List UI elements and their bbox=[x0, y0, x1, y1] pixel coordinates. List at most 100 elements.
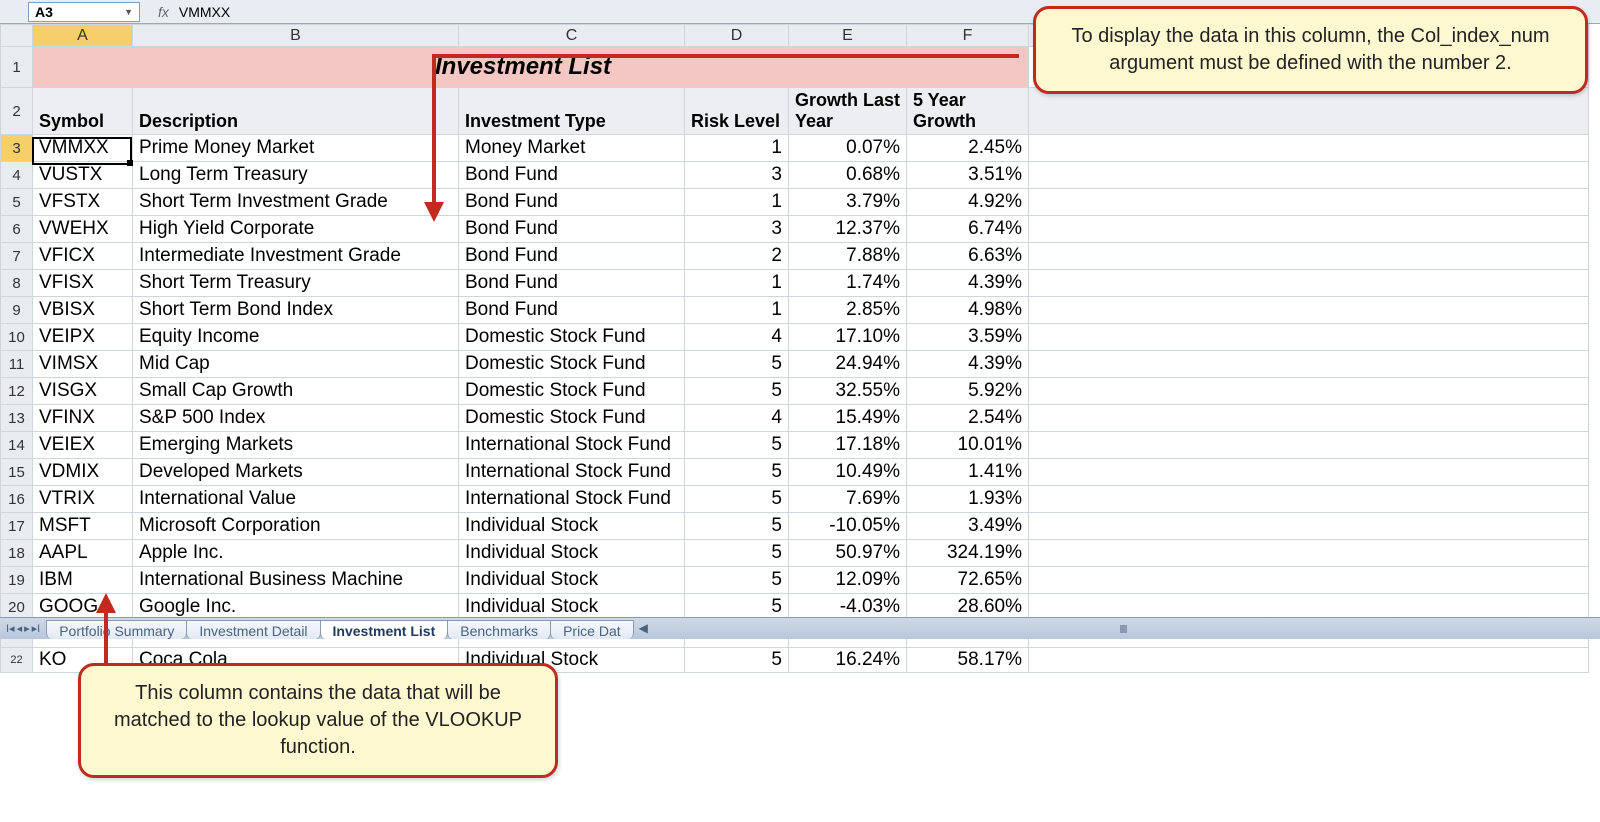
row-header-22[interactable]: 22 bbox=[1, 648, 33, 673]
cell-growth-last-year[interactable]: 15.49% bbox=[789, 405, 907, 432]
cell-description[interactable]: Equity Income bbox=[133, 324, 459, 351]
cell-blank[interactable] bbox=[1029, 378, 1589, 405]
cell-5-year-growth[interactable]: 72.65% bbox=[907, 567, 1029, 594]
cell-growth-last-year[interactable]: 32.55% bbox=[789, 378, 907, 405]
header-risk-level[interactable]: Risk Level bbox=[685, 88, 789, 135]
cell-risk-level[interactable]: 5 bbox=[685, 648, 789, 673]
cell-investment-type[interactable]: Domestic Stock Fund bbox=[459, 324, 685, 351]
scroll-thumb[interactable] bbox=[1120, 625, 1127, 633]
sheet-title[interactable]: Investment List bbox=[33, 47, 1029, 88]
cell-5-year-growth[interactable]: 4.98% bbox=[907, 297, 1029, 324]
cell-investment-type[interactable]: International Stock Fund bbox=[459, 486, 685, 513]
cell-description[interactable]: Mid Cap bbox=[133, 351, 459, 378]
cell-blank[interactable] bbox=[1029, 88, 1589, 135]
cell-5-year-growth[interactable]: 324.19% bbox=[907, 540, 1029, 567]
row-header-9[interactable]: 9 bbox=[1, 297, 33, 324]
cell-5-year-growth[interactable]: 3.49% bbox=[907, 513, 1029, 540]
cell-5-year-growth[interactable]: 4.39% bbox=[907, 351, 1029, 378]
cell-growth-last-year[interactable]: 10.49% bbox=[789, 459, 907, 486]
cell-blank[interactable] bbox=[1029, 162, 1589, 189]
cell-risk-level[interactable]: 5 bbox=[685, 486, 789, 513]
cell-growth-last-year[interactable]: 50.97% bbox=[789, 540, 907, 567]
row-header-16[interactable]: 16 bbox=[1, 486, 33, 513]
cell-5-year-growth[interactable]: 1.41% bbox=[907, 459, 1029, 486]
row-header-5[interactable]: 5 bbox=[1, 189, 33, 216]
cell-investment-type[interactable]: Domestic Stock Fund bbox=[459, 405, 685, 432]
cell-growth-last-year[interactable]: 24.94% bbox=[789, 351, 907, 378]
cell-description[interactable]: Emerging Markets bbox=[133, 432, 459, 459]
sheet-tab[interactable]: Portfolio Summary bbox=[46, 620, 187, 639]
cell-5-year-growth[interactable]: 5.92% bbox=[907, 378, 1029, 405]
cell-symbol[interactable]: VFISX bbox=[33, 270, 133, 297]
cell-5-year-growth[interactable]: 1.93% bbox=[907, 486, 1029, 513]
cell-description[interactable]: Long Term Treasury bbox=[133, 162, 459, 189]
cell-investment-type[interactable]: International Stock Fund bbox=[459, 432, 685, 459]
cell-growth-last-year[interactable]: 17.18% bbox=[789, 432, 907, 459]
cell-investment-type[interactable]: Individual Stock bbox=[459, 513, 685, 540]
fx-icon[interactable]: fx bbox=[158, 4, 169, 20]
row-header-17[interactable]: 17 bbox=[1, 513, 33, 540]
sheet-tab[interactable]: Investment List bbox=[320, 620, 449, 639]
cell-5-year-growth[interactable]: 3.51% bbox=[907, 162, 1029, 189]
row-header-14[interactable]: 14 bbox=[1, 432, 33, 459]
cell-risk-level[interactable]: 2 bbox=[685, 243, 789, 270]
cell-description[interactable]: Short Term Treasury bbox=[133, 270, 459, 297]
row-header-13[interactable]: 13 bbox=[1, 405, 33, 432]
cell-description[interactable]: Apple Inc. bbox=[133, 540, 459, 567]
cell-risk-level[interactable]: 4 bbox=[685, 324, 789, 351]
sheet-tab[interactable]: Investment Detail bbox=[186, 620, 320, 639]
col-header-F[interactable]: F bbox=[907, 25, 1029, 47]
select-all-corner[interactable] bbox=[1, 25, 33, 47]
header-description[interactable]: Description bbox=[133, 88, 459, 135]
sheet-tab[interactable]: Price Dat bbox=[550, 620, 634, 639]
row-header-1[interactable]: 1 bbox=[1, 47, 33, 88]
cell-blank[interactable] bbox=[1029, 135, 1589, 162]
cell-blank[interactable] bbox=[1029, 216, 1589, 243]
header-symbol[interactable]: Symbol bbox=[33, 88, 133, 135]
cell-risk-level[interactable]: 5 bbox=[685, 567, 789, 594]
cell-blank[interactable] bbox=[1029, 270, 1589, 297]
cell-symbol[interactable]: VWEHX bbox=[33, 216, 133, 243]
cell-risk-level[interactable]: 1 bbox=[685, 297, 789, 324]
cell-symbol[interactable]: MSFT bbox=[33, 513, 133, 540]
tab-nav-first-icon[interactable]: I◂ bbox=[6, 622, 15, 635]
cell-risk-level[interactable]: 5 bbox=[685, 513, 789, 540]
cell-growth-last-year[interactable]: 0.07% bbox=[789, 135, 907, 162]
cell-5-year-growth[interactable]: 58.17% bbox=[907, 648, 1029, 673]
row-header-11[interactable]: 11 bbox=[1, 351, 33, 378]
cell-symbol[interactable]: IBM bbox=[33, 567, 133, 594]
cell-5-year-growth[interactable]: 4.39% bbox=[907, 270, 1029, 297]
cell-blank[interactable] bbox=[1029, 324, 1589, 351]
cell-blank[interactable] bbox=[1029, 351, 1589, 378]
cell-symbol[interactable]: VFICX bbox=[33, 243, 133, 270]
tab-scroll-indicator-icon[interactable]: ◀ bbox=[639, 618, 648, 639]
cell-investment-type[interactable]: Individual Stock bbox=[459, 567, 685, 594]
row-header-10[interactable]: 10 bbox=[1, 324, 33, 351]
cell-5-year-growth[interactable]: 2.54% bbox=[907, 405, 1029, 432]
cell-investment-type[interactable]: Bond Fund bbox=[459, 270, 685, 297]
cell-risk-level[interactable]: 3 bbox=[685, 216, 789, 243]
cell-growth-last-year[interactable]: -10.05% bbox=[789, 513, 907, 540]
cell-5-year-growth[interactable]: 10.01% bbox=[907, 432, 1029, 459]
row-header-3[interactable]: 3 bbox=[1, 135, 33, 162]
header-growth-last-year[interactable]: Growth Last Year bbox=[789, 88, 907, 135]
cell-description[interactable]: Developed Markets bbox=[133, 459, 459, 486]
cell-risk-level[interactable]: 4 bbox=[685, 405, 789, 432]
cell-symbol[interactable]: VFSTX bbox=[33, 189, 133, 216]
cell-symbol[interactable]: VISGX bbox=[33, 378, 133, 405]
spreadsheet-grid[interactable]: A B C D E F 1 Investment List 2 Symbol D… bbox=[0, 24, 1600, 673]
cell-5-year-growth[interactable]: 4.92% bbox=[907, 189, 1029, 216]
name-box[interactable]: A3 ▼ bbox=[28, 2, 140, 22]
cell-investment-type[interactable]: Money Market bbox=[459, 135, 685, 162]
cell-growth-last-year[interactable]: 0.68% bbox=[789, 162, 907, 189]
cell-symbol[interactable]: VEIEX bbox=[33, 432, 133, 459]
cell-blank[interactable] bbox=[1029, 540, 1589, 567]
row-header-6[interactable]: 6 bbox=[1, 216, 33, 243]
cell-investment-type[interactable]: Individual Stock bbox=[459, 540, 685, 567]
cell-risk-level[interactable]: 5 bbox=[685, 432, 789, 459]
cell-investment-type[interactable]: Bond Fund bbox=[459, 189, 685, 216]
cell-symbol[interactable]: AAPL bbox=[33, 540, 133, 567]
col-header-E[interactable]: E bbox=[789, 25, 907, 47]
row-header-8[interactable]: 8 bbox=[1, 270, 33, 297]
cell-description[interactable]: Short Term Bond Index bbox=[133, 297, 459, 324]
